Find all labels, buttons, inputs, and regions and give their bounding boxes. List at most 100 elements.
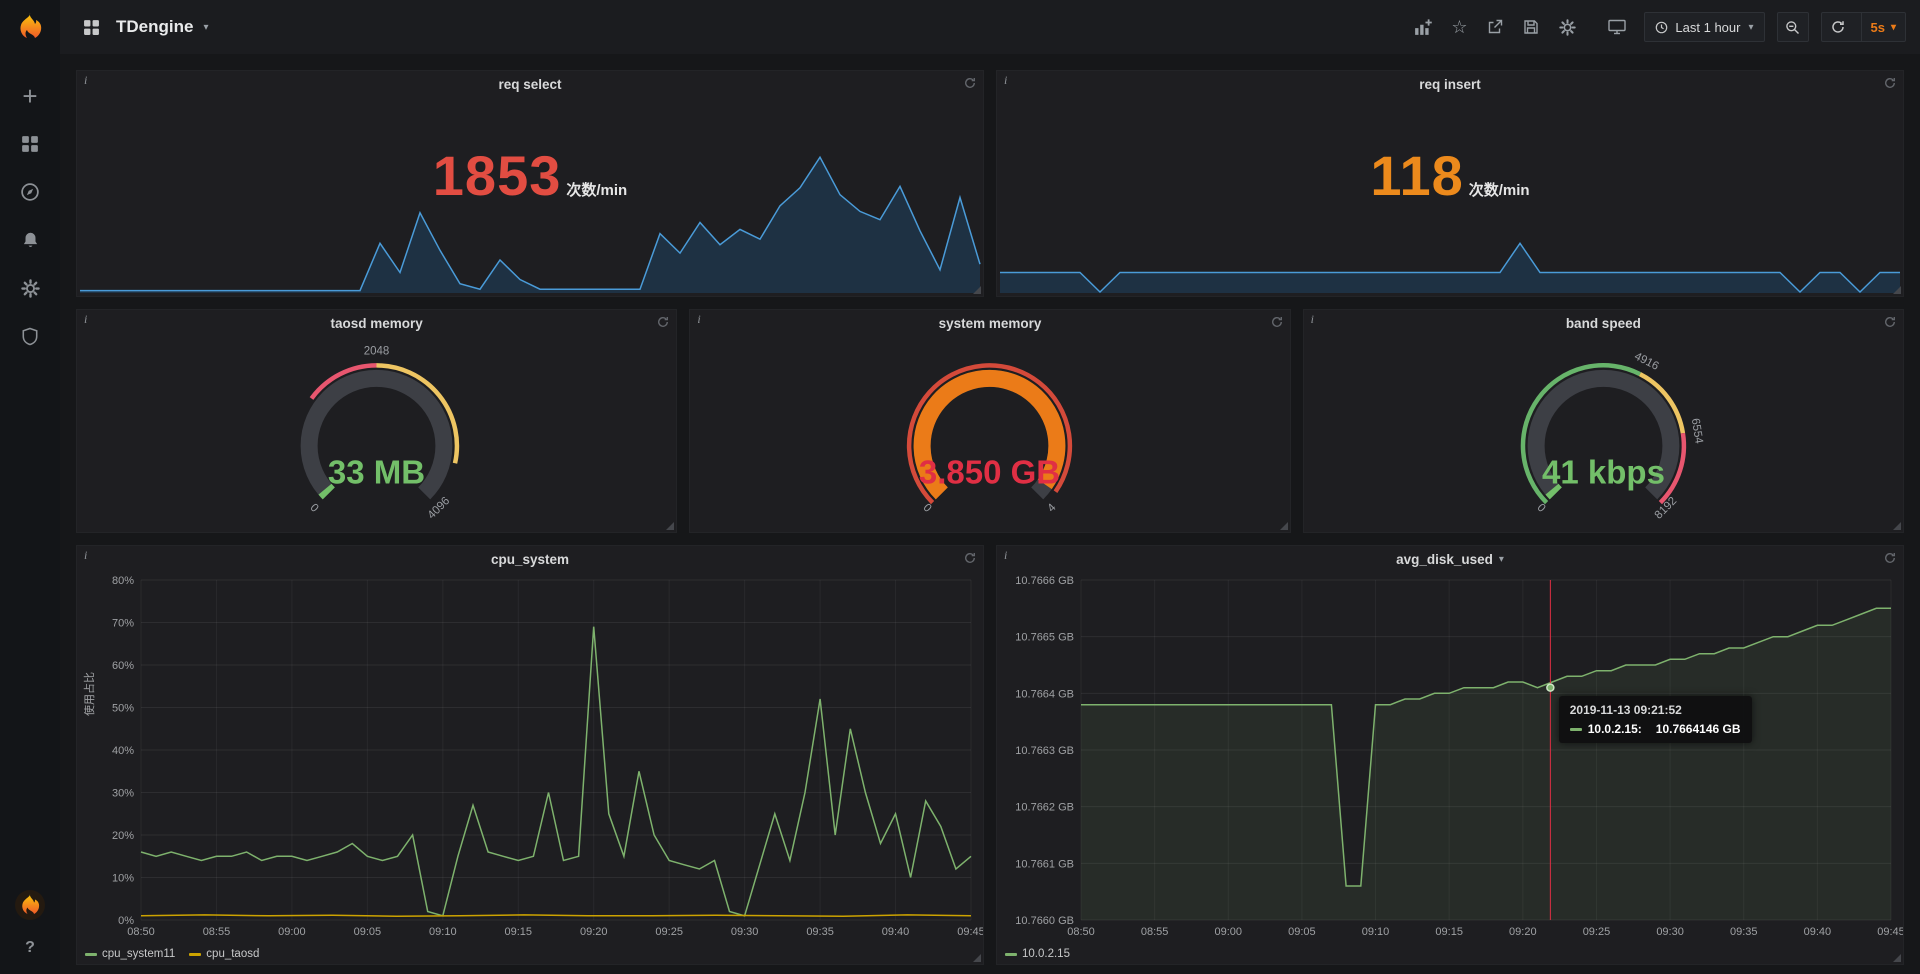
panel-header[interactable]: avg_disk_used ▾ bbox=[997, 546, 1903, 572]
svg-text:09:05: 09:05 bbox=[1288, 926, 1316, 938]
svg-text:10.7663 GB: 10.7663 GB bbox=[1015, 745, 1074, 757]
panel-resize-handle[interactable] bbox=[973, 954, 981, 962]
refresh-interval-select[interactable]: 5s▾ bbox=[1861, 13, 1906, 41]
svg-text:4: 4 bbox=[1046, 501, 1059, 514]
tv-cycle-view-button[interactable] bbox=[1602, 12, 1632, 42]
panel-refresh-spinner-icon bbox=[964, 552, 976, 564]
panel-title[interactable]: req select bbox=[498, 77, 561, 92]
tooltip-timestamp: 2019-11-13 09:21:52 bbox=[1570, 703, 1741, 717]
svg-text:09:15: 09:15 bbox=[1435, 926, 1463, 938]
panel-title[interactable]: band speed bbox=[1566, 316, 1641, 331]
svg-text:60%: 60% bbox=[112, 660, 134, 672]
refresh-button[interactable] bbox=[1822, 13, 1854, 41]
panel-refresh-spinner-icon bbox=[1884, 552, 1896, 564]
stat-value: 1853 bbox=[433, 143, 562, 208]
svg-text:70%: 70% bbox=[112, 618, 134, 630]
panel-header[interactable]: req insert bbox=[997, 71, 1903, 97]
gauge-chart: 049166554819241 kbps bbox=[1304, 336, 1903, 532]
stat-unit: 次数/min bbox=[1469, 179, 1530, 200]
create-plus-icon[interactable]: + bbox=[18, 84, 42, 108]
panel-header[interactable]: cpu_system bbox=[77, 546, 983, 572]
panel-header[interactable]: taosd memory bbox=[77, 310, 676, 336]
panel-resize-handle[interactable] bbox=[1893, 286, 1901, 294]
svg-text:50%: 50% bbox=[112, 703, 134, 715]
legend-swatch bbox=[189, 953, 201, 956]
legend-item-10-0-2-15[interactable]: 10.0.2.15 bbox=[1005, 948, 1070, 960]
panel-info-icon[interactable]: i bbox=[84, 548, 87, 563]
sidebar-bottom: ? bbox=[15, 890, 45, 960]
navbar-right: ☆ bbox=[1408, 12, 1906, 42]
svg-text:0: 0 bbox=[921, 502, 934, 515]
refresh-picker: 5s▾ bbox=[1821, 12, 1907, 42]
panel-resize-handle[interactable] bbox=[1280, 522, 1288, 530]
graph-tooltip: 2019-11-13 09:21:52 10.0.2.15: 10.766414… bbox=[1559, 696, 1752, 743]
panel-info-icon[interactable]: i bbox=[1311, 312, 1314, 327]
panel-cpu-system: i cpu_system 使用占比 0%10%20%30%40%50%60%70… bbox=[76, 545, 984, 965]
dashboard-title[interactable]: TDengine bbox=[116, 17, 193, 37]
panel-info-icon[interactable]: i bbox=[1004, 548, 1007, 563]
panel-req-insert: i req insert 118 次数/min bbox=[996, 70, 1904, 297]
panel-resize-handle[interactable] bbox=[1893, 522, 1901, 530]
panel-title[interactable]: taosd memory bbox=[331, 316, 423, 331]
y-axis-label: 使用占比 bbox=[81, 672, 97, 716]
alerting-bell-icon[interactable] bbox=[18, 228, 42, 252]
navbar: TDengine ▾ ☆ bbox=[60, 0, 1920, 54]
dashboard-settings-gear-button[interactable] bbox=[1552, 12, 1582, 42]
panel-header[interactable]: band speed bbox=[1304, 310, 1903, 336]
panel-info-icon[interactable]: i bbox=[697, 312, 700, 327]
stat-unit: 次数/min bbox=[566, 179, 627, 200]
svg-text:41 kbps: 41 kbps bbox=[1542, 453, 1665, 490]
panel-info-icon[interactable]: i bbox=[84, 73, 87, 88]
dashboard-row-2: i taosd memory 02048409633 MB i system m… bbox=[76, 309, 1904, 533]
share-button[interactable] bbox=[1480, 12, 1510, 42]
svg-text:10%: 10% bbox=[112, 873, 134, 885]
svg-text:4916: 4916 bbox=[1632, 350, 1660, 372]
configuration-gear-icon[interactable] bbox=[18, 276, 42, 300]
panel-resize-handle[interactable] bbox=[973, 286, 981, 294]
dashboard-squares-icon[interactable] bbox=[76, 12, 106, 42]
server-admin-shield-icon[interactable] bbox=[18, 324, 42, 348]
panel-title[interactable]: avg_disk_used bbox=[1396, 552, 1493, 567]
legend: 10.0.2.15 bbox=[1005, 948, 1070, 960]
timeseries-chart[interactable]: 10.7660 GB10.7661 GB10.7662 GB10.7663 GB… bbox=[997, 572, 1903, 940]
tooltip-value: 10.7664146 GB bbox=[1656, 722, 1741, 736]
panel-title[interactable]: req insert bbox=[1419, 77, 1481, 92]
legend-item-cpu-system11[interactable]: cpu_system11 bbox=[85, 948, 175, 960]
panel-header[interactable]: system memory bbox=[690, 310, 1289, 336]
zoom-out-button[interactable] bbox=[1777, 12, 1809, 42]
magnifier-minus-icon bbox=[1785, 20, 1800, 35]
stat-value: 118 bbox=[1370, 143, 1463, 208]
help-icon[interactable]: ? bbox=[18, 936, 42, 960]
gauge-chart: 043.850 GB bbox=[690, 336, 1289, 532]
add-panel-button[interactable] bbox=[1408, 12, 1438, 42]
panel-req-select: i req select 1853 次数/min bbox=[76, 70, 984, 297]
panel-resize-handle[interactable] bbox=[666, 522, 674, 530]
panel-resize-handle[interactable] bbox=[1893, 954, 1901, 962]
svg-text:09:15: 09:15 bbox=[505, 926, 533, 938]
save-button[interactable] bbox=[1516, 12, 1546, 42]
explore-compass-icon[interactable] bbox=[18, 180, 42, 204]
svg-text:10.7662 GB: 10.7662 GB bbox=[1015, 802, 1074, 814]
panel-info-icon[interactable]: i bbox=[84, 312, 87, 327]
grafana-logo[interactable] bbox=[13, 10, 47, 44]
dashboards-grid-icon[interactable] bbox=[18, 132, 42, 156]
dashboard: i req select 1853 次数/min i bbox=[60, 54, 1920, 974]
panel-system-memory: i system memory 043.850 GB bbox=[689, 309, 1290, 533]
timeseries-chart[interactable]: 0%10%20%30%40%50%60%70%80%08:5008:5509:0… bbox=[77, 572, 983, 940]
time-range-picker[interactable]: Last 1 hour ▾ bbox=[1644, 12, 1764, 42]
panel-title[interactable]: system memory bbox=[939, 316, 1042, 331]
chevron-down-icon[interactable]: ▾ bbox=[203, 22, 208, 33]
svg-text:09:00: 09:00 bbox=[1215, 926, 1243, 938]
svg-text:08:55: 08:55 bbox=[1141, 926, 1169, 938]
panel-menu-caret-icon[interactable]: ▾ bbox=[1499, 554, 1504, 565]
legend-item-cpu-taosd[interactable]: cpu_taosd bbox=[189, 948, 259, 960]
legend: cpu_system11 cpu_taosd bbox=[85, 948, 259, 960]
svg-text:09:30: 09:30 bbox=[1656, 926, 1684, 938]
user-avatar[interactable] bbox=[15, 890, 45, 920]
star-button[interactable]: ☆ bbox=[1444, 12, 1474, 42]
svg-text:0: 0 bbox=[308, 502, 321, 515]
panel-info-icon[interactable]: i bbox=[1004, 73, 1007, 88]
panel-header[interactable]: req select bbox=[77, 71, 983, 97]
tooltip-swatch bbox=[1570, 728, 1582, 731]
panel-title[interactable]: cpu_system bbox=[491, 552, 569, 567]
